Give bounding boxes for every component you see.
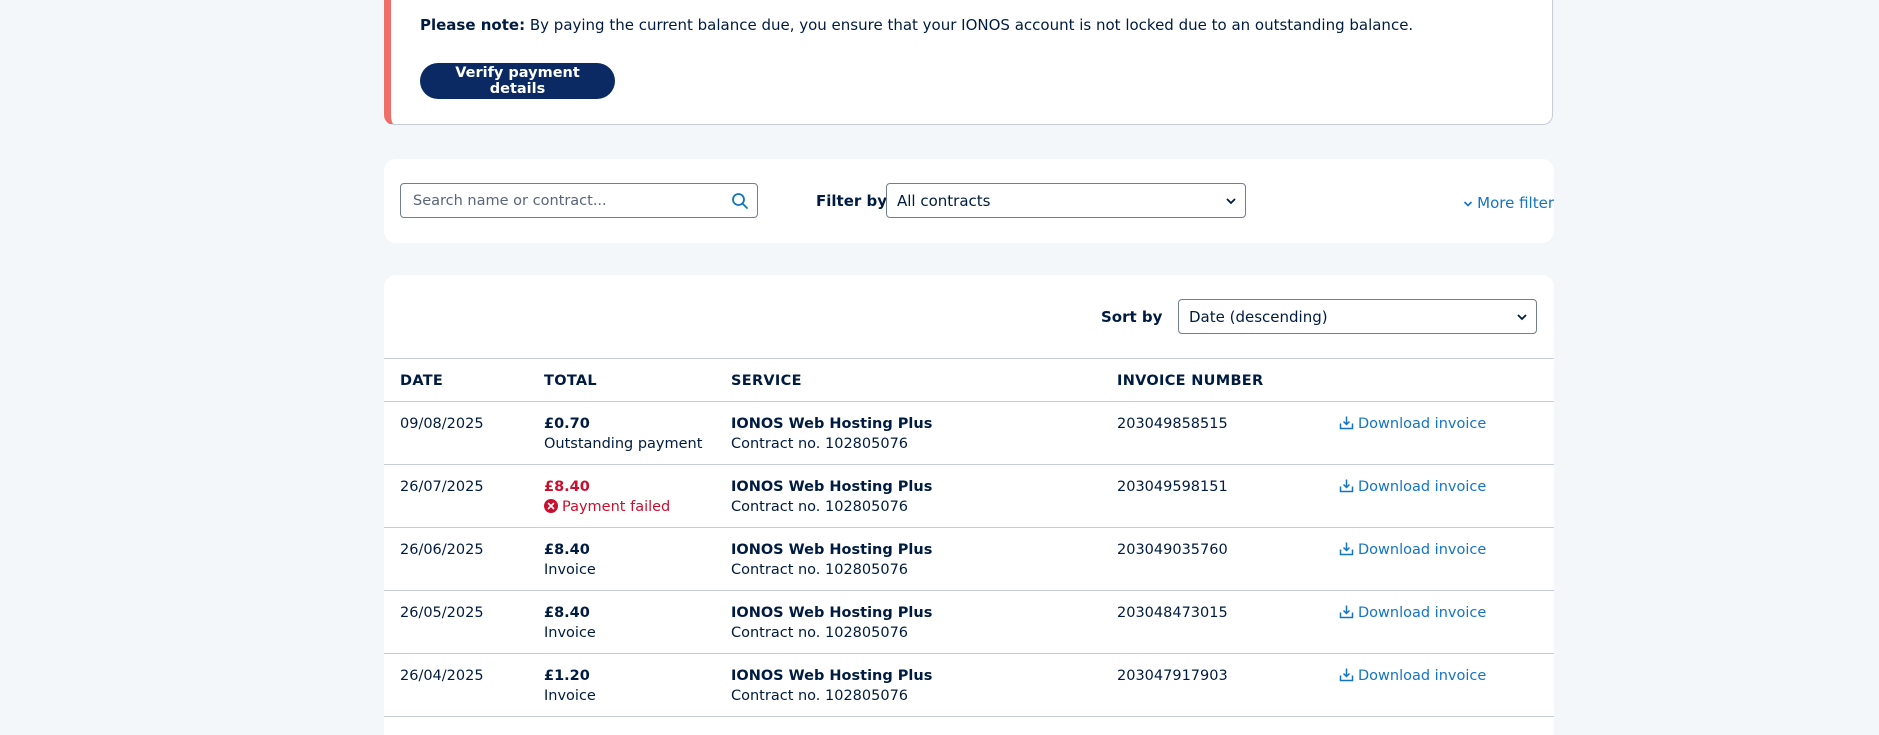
more-filter-toggle[interactable]: More filter	[1463, 194, 1554, 212]
invoice-service: IONOS Web Hosting Plus Contract no. 1028…	[731, 666, 932, 706]
invoice-total: £1.20 Invoice	[544, 666, 596, 706]
invoice-number: 203049035760	[1117, 542, 1228, 558]
contract-filter-value: All contracts	[897, 192, 991, 210]
chevron-down-icon	[1517, 314, 1527, 321]
error-circle-icon	[544, 499, 558, 513]
table-row: 26/07/2025 £8.40 Payment failed IONOS We…	[384, 465, 1554, 528]
service-name: IONOS Web Hosting Plus	[731, 605, 933, 621]
invoice-total: £8.40 Invoice	[544, 540, 596, 580]
invoice-amount: £8.40	[544, 542, 590, 558]
service-name: IONOS Web Hosting Plus	[731, 416, 933, 432]
invoice-amount: £0.70	[544, 416, 590, 432]
contract-filter-select[interactable]: All contracts	[886, 183, 1246, 218]
alert-note-text: By paying the current balance due, you e…	[525, 16, 1414, 34]
column-header-date: DATE	[400, 373, 444, 389]
table-header: DATE TOTAL SERVICE INVOICE NUMBER	[384, 358, 1554, 402]
invoice-table-card: Sort by Date (descending) DATE TOTAL SER…	[384, 275, 1554, 735]
search-input[interactable]	[401, 184, 735, 217]
download-invoice-link[interactable]: Download invoice	[1339, 603, 1486, 623]
contract-number: Contract no. 102805076	[731, 688, 909, 704]
chevron-down-icon	[1226, 198, 1236, 205]
contract-number: Contract no. 102805076	[731, 499, 909, 515]
download-invoice-link[interactable]: Download invoice	[1339, 666, 1486, 686]
verify-payment-details-button[interactable]: Verify payment details	[420, 63, 615, 99]
invoice-total: £8.40 Payment failed	[544, 477, 670, 517]
invoice-date: 26/04/2025	[400, 668, 484, 684]
invoice-service: IONOS Web Hosting Plus Contract no. 1028…	[731, 477, 932, 517]
download-invoice-link[interactable]: Download invoice	[1339, 540, 1486, 560]
service-name: IONOS Web Hosting Plus	[731, 668, 933, 684]
invoice-date: 26/07/2025	[400, 479, 484, 495]
payment-alert: Please note: By paying the current balan…	[384, 0, 1553, 125]
invoice-date: 09/08/2025	[400, 416, 484, 432]
invoice-number: 203049598151	[1117, 479, 1228, 495]
invoice-number: 203048473015	[1117, 605, 1228, 621]
download-icon	[1339, 605, 1354, 619]
invoice-service: IONOS Web Hosting Plus Contract no. 1028…	[731, 603, 932, 643]
column-header-total: TOTAL	[544, 373, 597, 389]
invoice-number: 203049858515	[1117, 416, 1228, 432]
invoice-total: £0.70 Outstanding payment	[544, 414, 702, 454]
download-invoice-link[interactable]: Download invoice	[1339, 414, 1486, 434]
contract-number: Contract no. 102805076	[731, 625, 909, 641]
service-name: IONOS Web Hosting Plus	[731, 542, 933, 558]
sort-select-value: Date (descending)	[1189, 308, 1328, 326]
contract-number: Contract no. 102805076	[731, 436, 909, 452]
invoice-amount: £1.20	[544, 668, 590, 684]
filter-panel: Filter by All contracts More filter	[384, 159, 1554, 243]
download-invoice-link[interactable]: Download invoice	[1339, 477, 1486, 497]
download-icon	[1339, 479, 1354, 493]
invoice-amount: £8.40	[544, 479, 590, 495]
download-icon	[1339, 668, 1354, 682]
invoice-status: Outstanding payment	[544, 436, 703, 452]
table-row: 26/05/2025 £8.40 Invoice IONOS Web Hosti…	[384, 591, 1554, 654]
invoice-service: IONOS Web Hosting Plus Contract no. 1028…	[731, 540, 932, 580]
invoice-service: IONOS Web Hosting Plus Contract no. 1028…	[731, 414, 932, 454]
invoice-amount: £8.40	[544, 605, 590, 621]
alert-note-label: Please note:	[420, 16, 526, 34]
invoice-status: Invoice	[544, 625, 596, 641]
column-header-invoice-number: INVOICE NUMBER	[1117, 373, 1264, 389]
more-filter-label: More filter	[1477, 194, 1554, 212]
invoice-total: £8.40 Invoice	[544, 603, 596, 643]
invoice-date: 26/06/2025	[400, 542, 484, 558]
column-header-service: SERVICE	[731, 373, 802, 389]
table-row: 26/06/2025 £8.40 Invoice IONOS Web Hosti…	[384, 528, 1554, 591]
invoice-status: Payment failed	[544, 497, 670, 517]
sort-by-label: Sort by	[1101, 308, 1163, 326]
table-row: 09/08/2025 £0.70 Outstanding payment ION…	[384, 402, 1554, 465]
search-icon[interactable]	[731, 192, 749, 210]
invoice-date: 26/05/2025	[400, 605, 484, 621]
invoice-status: Invoice	[544, 562, 596, 578]
search-box	[400, 183, 758, 218]
invoice-status: Invoice	[544, 688, 596, 704]
filter-by-label: Filter by	[816, 192, 888, 210]
contract-number: Contract no. 102805076	[731, 562, 909, 578]
invoice-number: 203047917903	[1117, 668, 1228, 684]
table-row: 26/04/2025 £1.20 Invoice IONOS Web Hosti…	[384, 654, 1554, 717]
sort-select[interactable]: Date (descending)	[1178, 299, 1537, 334]
service-name: IONOS Web Hosting Plus	[731, 479, 933, 495]
download-icon	[1339, 416, 1354, 430]
alert-message: Please note: By paying the current balan…	[420, 15, 1413, 35]
chevron-down-icon	[1464, 200, 1473, 207]
download-icon	[1339, 542, 1354, 556]
